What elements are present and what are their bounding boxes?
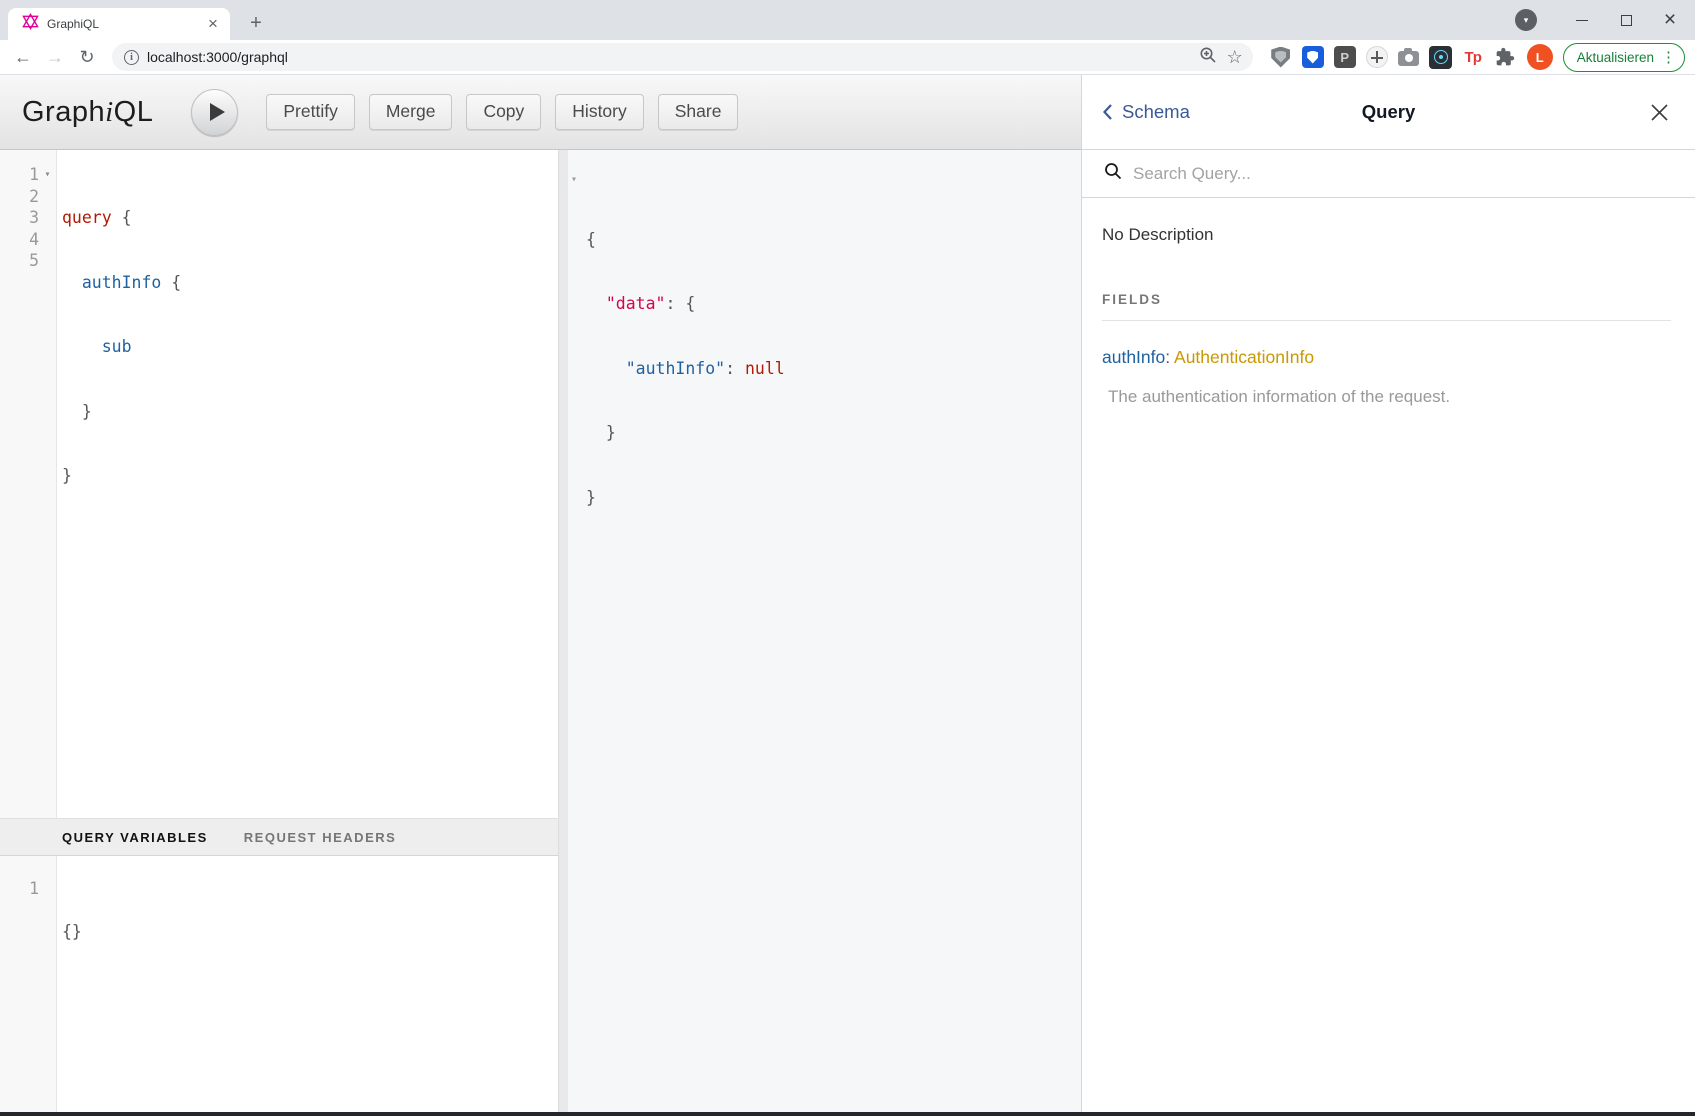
line-number-gutter: 1▾ 2 3 4 5 [0, 150, 57, 818]
query-code[interactable]: query { authInfo { sub } } [57, 150, 558, 818]
back-icon[interactable]: ← [10, 47, 36, 68]
doc-title: Query [1362, 101, 1415, 123]
react-devtools-icon[interactable] [1429, 45, 1453, 69]
variables-header: QUERY VARIABLES REQUEST HEADERS [0, 818, 558, 856]
tab-request-headers[interactable]: REQUEST HEADERS [244, 830, 397, 845]
result-line: "authInfo": null [586, 358, 1081, 380]
graphiql-toolbar: GraphiQL Prettify Merge Copy History Sha… [0, 75, 1081, 150]
fold-arrow-icon[interactable]: ▾ [571, 169, 577, 191]
address-bar[interactable]: i localhost:3000/graphql ☆ [112, 43, 1253, 71]
bookmark-star-icon[interactable]: ☆ [1227, 47, 1243, 68]
profile-avatar[interactable]: L [1527, 44, 1553, 70]
result-line: } [586, 487, 1081, 509]
doc-close-icon[interactable] [1650, 103, 1669, 122]
reload-icon[interactable]: ↻ [74, 47, 100, 68]
doc-content: No Description FIELDS authInfo: Authenti… [1082, 198, 1695, 407]
doc-back-label: Schema [1122, 101, 1190, 123]
line-number: 2 [0, 186, 39, 208]
zoom-icon[interactable] [1199, 46, 1217, 69]
browser-tab[interactable]: GraphiQL × [8, 8, 230, 40]
window-maximize-button[interactable] [1611, 5, 1641, 35]
variables-code[interactable]: {} [57, 856, 558, 1112]
doc-explorer: Schema Query No Description FIELDS [1081, 75, 1695, 1112]
doc-search-row [1082, 150, 1695, 198]
merge-button[interactable]: Merge [369, 94, 453, 130]
browser-navbar: ← → ↻ i localhost:3000/graphql ☆ P Tp [0, 40, 1695, 75]
result-line: { [586, 229, 1081, 251]
tab-close-icon[interactable]: × [204, 15, 222, 33]
line-number: 4 [0, 229, 39, 251]
chevron-left-icon [1102, 103, 1113, 121]
play-icon [210, 103, 225, 121]
field-name-link[interactable]: authInfo [1102, 347, 1165, 367]
query-editor[interactable]: 1▾ 2 3 4 5 query { authInfo { sub } } [0, 150, 558, 818]
code-line: {} [62, 921, 558, 943]
graphql-favicon-icon [22, 13, 39, 35]
copy-button[interactable]: Copy [466, 94, 541, 130]
new-tab-button[interactable]: + [244, 12, 268, 36]
editor-resize-handle[interactable] [558, 150, 568, 1112]
site-info-icon[interactable]: i [124, 50, 139, 65]
line-number: 3 [0, 207, 39, 229]
graphiql-page: GraphiQL Prettify Merge Copy History Sha… [0, 75, 1695, 1112]
camera-icon[interactable] [1397, 45, 1421, 69]
browser-menu-circle-icon[interactable]: ▾ [1515, 9, 1537, 31]
code-line: } [62, 465, 558, 487]
kebab-menu-icon[interactable]: ⋮ [1661, 50, 1676, 65]
line-number: 1 [0, 164, 39, 186]
update-label: Aktualisieren [1577, 50, 1654, 65]
doc-search-input[interactable] [1133, 164, 1695, 184]
result-line: } [586, 422, 1081, 444]
tab-query-variables[interactable]: QUERY VARIABLES [62, 830, 208, 845]
history-button[interactable]: History [555, 94, 643, 130]
extension-icons: P Tp [1269, 45, 1517, 69]
p-extension-icon[interactable]: P [1333, 45, 1357, 69]
code-line: sub [62, 336, 558, 358]
fold-arrow-icon[interactable]: ▾ [39, 164, 56, 186]
code-line: query { [62, 207, 558, 229]
graphiql-logo: GraphiQL [22, 96, 153, 129]
line-number-gutter: 1 [0, 856, 57, 1112]
type-name-link[interactable]: AuthenticationInfo [1174, 347, 1314, 367]
move-extension-icon[interactable] [1365, 45, 1389, 69]
tab-title: GraphiQL [47, 17, 204, 31]
url-text[interactable]: localhost:3000/graphql [147, 49, 1191, 65]
ublock-icon[interactable] [1269, 45, 1293, 69]
field-description: The authentication information of the re… [1108, 387, 1671, 407]
bitwarden-icon[interactable] [1301, 45, 1325, 69]
extensions-puzzle-icon[interactable] [1493, 45, 1517, 69]
result-line: "data": { [586, 293, 1081, 315]
forward-icon[interactable]: → [42, 47, 68, 68]
update-browser-button[interactable]: Aktualisieren ⋮ [1563, 43, 1685, 72]
execute-button[interactable] [191, 89, 238, 136]
fields-category-title: FIELDS [1102, 292, 1671, 321]
doc-back-link[interactable]: Schema [1102, 101, 1190, 123]
share-button[interactable]: Share [658, 94, 739, 130]
tp-extension-icon[interactable]: Tp [1461, 45, 1485, 69]
field-row: authInfo: AuthenticationInfo [1102, 347, 1671, 368]
prettify-button[interactable]: Prettify [266, 94, 354, 130]
line-number: 5 [0, 250, 39, 272]
code-line: authInfo { [62, 272, 558, 294]
graphiql-main: GraphiQL Prettify Merge Copy History Sha… [0, 75, 1081, 1112]
window-bottom-edge [0, 1112, 1695, 1116]
code-line: } [62, 401, 558, 423]
window-minimize-button[interactable] [1567, 5, 1597, 35]
query-pane: 1▾ 2 3 4 5 query { authInfo { sub } } [0, 150, 558, 1112]
type-description: No Description [1102, 225, 1671, 245]
browser-tab-strip: GraphiQL × + ▾ × [0, 0, 1695, 40]
doc-explorer-header: Schema Query [1082, 75, 1695, 150]
line-number: 1 [0, 878, 39, 900]
search-icon [1104, 162, 1122, 185]
window-close-button[interactable]: × [1655, 5, 1685, 35]
variables-editor[interactable]: 1 {} [0, 856, 558, 1112]
result-pane: ▾ { "data": { "authInfo": null } } [568, 150, 1081, 1112]
